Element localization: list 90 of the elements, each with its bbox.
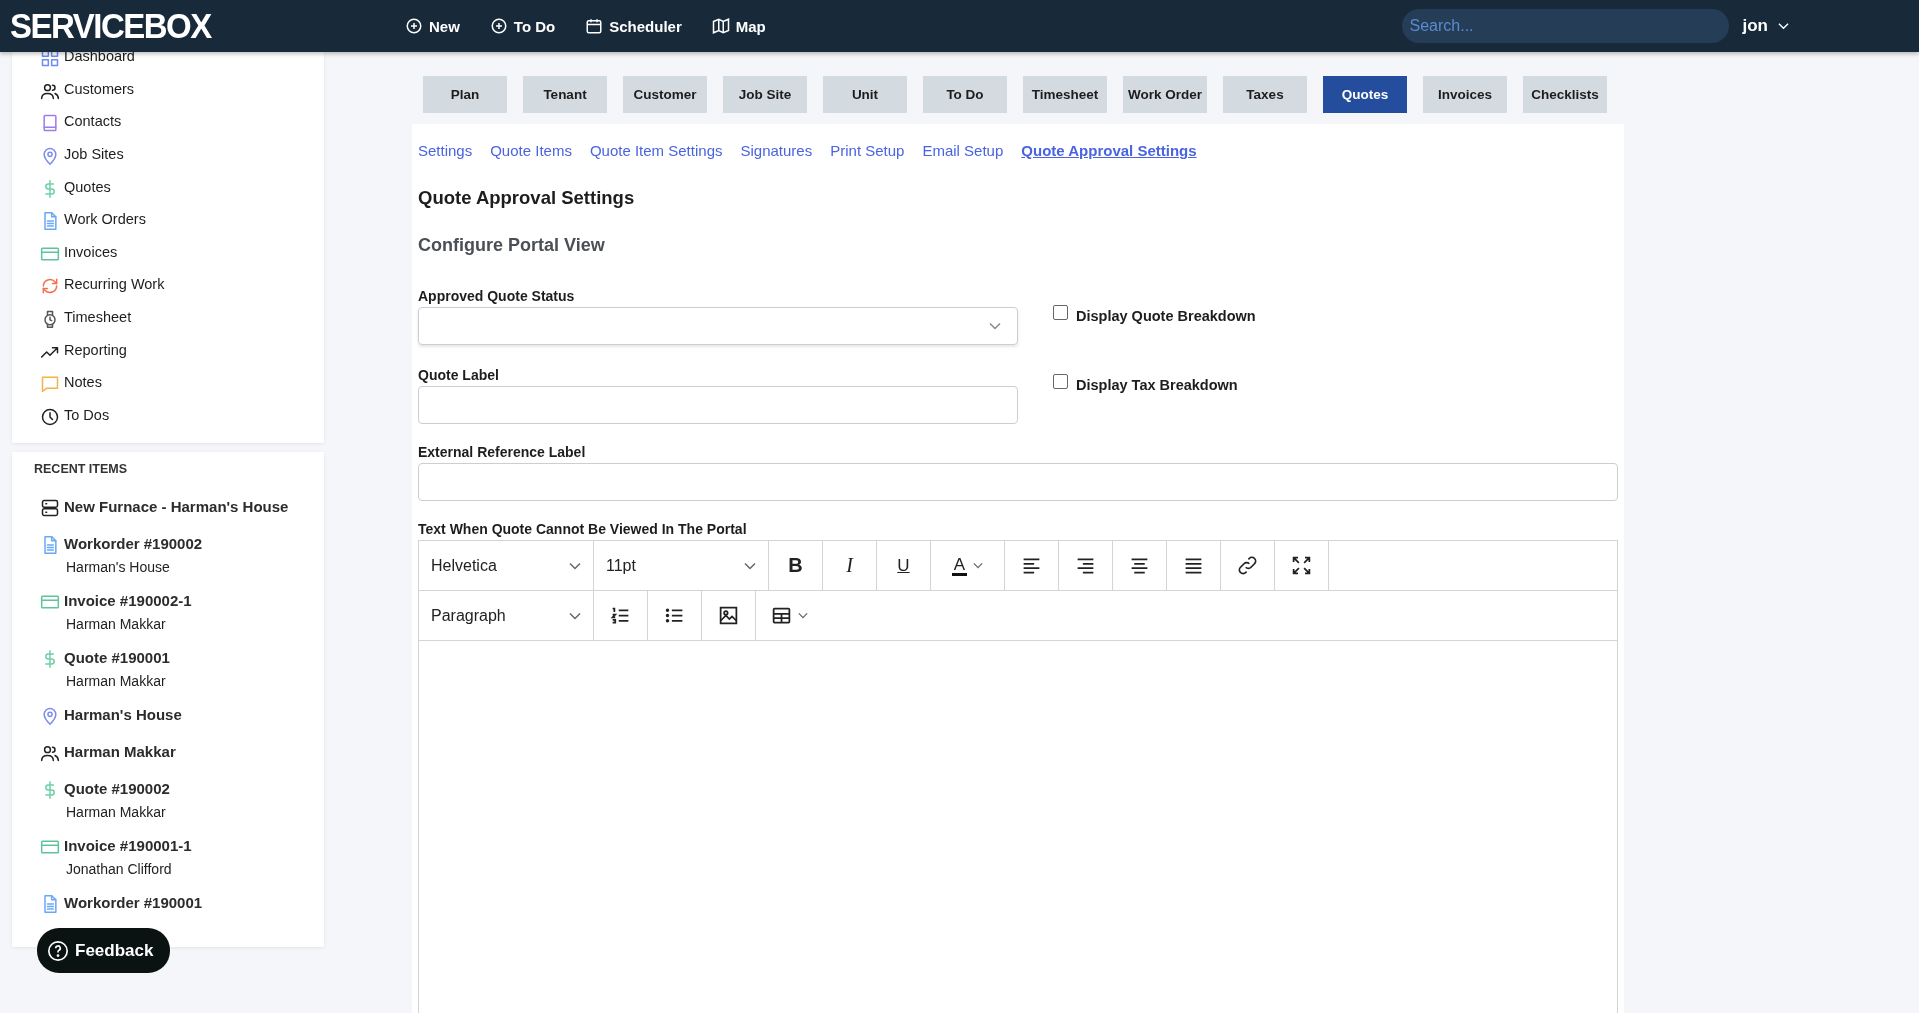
- chevron-down-icon: [973, 562, 984, 569]
- sidebar-item[interactable]: Contacts: [64, 113, 122, 130]
- field-label: Approved Quote Status: [418, 288, 576, 304]
- tab[interactable]: Customer: [623, 76, 707, 113]
- sidebar-item[interactable]: Invoices: [64, 243, 118, 260]
- people-icon: [40, 743, 60, 764]
- location-pin-icon: [40, 706, 60, 727]
- recent-item-link[interactable]: Invoice #190001-1: [64, 836, 192, 854]
- tab[interactable]: Timesheet: [1023, 76, 1107, 113]
- image-icon: [718, 605, 739, 626]
- clock-icon: [40, 406, 60, 427]
- checkbox-label: Display Tax Breakdown: [1076, 377, 1238, 393]
- checkbox-label: Display Quote Breakdown: [1076, 308, 1256, 324]
- sidebar-item[interactable]: To Dos: [64, 406, 110, 423]
- chevron-down-icon: [797, 612, 808, 619]
- page-title: Quote Approval Settings: [418, 187, 636, 209]
- sub-tab-link[interactable]: Quote Item Settings: [589, 142, 723, 159]
- plus-circle-icon: [489, 17, 508, 35]
- map-icon: [711, 17, 730, 35]
- nav-link[interactable]: To Do: [489, 17, 556, 35]
- sidebar-item[interactable]: Notes: [64, 374, 102, 391]
- checkbox[interactable]: [1053, 304, 1068, 320]
- logo: SERVICEBOX: [10, 6, 213, 46]
- sidebar-item[interactable]: Quotes: [64, 178, 111, 195]
- sub-tab-link[interactable]: Email Setup: [922, 142, 1004, 159]
- tab[interactable]: Job Site: [723, 76, 807, 113]
- tab[interactable]: Work Order: [1123, 76, 1207, 113]
- chevron-down-icon: [989, 322, 1001, 330]
- rich-text-editor[interactable]: Helvetica 11pt B I U A Paragraph: [418, 540, 1618, 1013]
- tab[interactable]: Invoices: [1423, 76, 1507, 113]
- recent-item-link[interactable]: Invoice #190002-1: [64, 591, 192, 609]
- chevron-down-icon: [569, 611, 581, 620]
- link-icon: [1237, 555, 1258, 576]
- sub-tab-link[interactable]: Signatures: [740, 142, 813, 159]
- server-icon: [40, 498, 60, 519]
- sidebar-item[interactable]: Reporting: [64, 341, 127, 358]
- tab[interactable]: Checklists: [1523, 76, 1607, 113]
- sidebar-item[interactable]: Timesheet: [64, 309, 132, 326]
- numbered-list-icon: [610, 605, 631, 626]
- book-icon: [40, 113, 60, 134]
- nav-link[interactable]: Map: [711, 17, 766, 35]
- section-title: RECENT ITEMS: [34, 462, 129, 477]
- chevron-down-icon: [1778, 22, 1789, 30]
- help-icon: [47, 939, 69, 962]
- tab[interactable]: Taxes: [1223, 76, 1307, 113]
- sidebar-item[interactable]: Recurring Work: [64, 276, 165, 293]
- calendar-icon: [585, 17, 604, 35]
- recent-item-subtitle: Harman Makkar: [66, 673, 167, 690]
- recent-item-link[interactable]: Quote #190001: [64, 648, 170, 666]
- sidebar-item[interactable]: Job Sites: [64, 146, 124, 163]
- recent-item-link[interactable]: Quote #190002: [64, 779, 170, 797]
- user-menu[interactable]: jon: [1742, 16, 1789, 36]
- location-pin-icon: [40, 146, 60, 167]
- input-field[interactable]: [418, 463, 1618, 501]
- field-label: Quote Label: [418, 367, 500, 383]
- recent-item-link[interactable]: New Furnace - Harman's House: [64, 497, 289, 515]
- table-icon: [770, 605, 792, 626]
- field-label: External Reference Label: [418, 444, 587, 460]
- nav-link[interactable]: New: [405, 17, 460, 35]
- recent-item-link[interactable]: Harman's House: [64, 705, 182, 723]
- tab[interactable]: To Do: [923, 76, 1007, 113]
- fullscreen-icon: [1291, 555, 1312, 576]
- sub-tab-link[interactable]: Quote Items: [490, 142, 572, 159]
- plus-circle-icon: [405, 17, 423, 35]
- recent-item-subtitle: Harman Makkar: [66, 804, 167, 821]
- sidebar-item[interactable]: Customers: [64, 80, 135, 97]
- section-title: Configure Portal View: [418, 235, 606, 256]
- sidebar-item[interactable]: Work Orders: [64, 211, 146, 228]
- tab[interactable]: Plan: [423, 76, 507, 113]
- search-field[interactable]: Search...: [1401, 9, 1729, 43]
- recent-item-subtitle: Jonathan Clifford: [66, 861, 173, 878]
- chevron-down-icon: [744, 561, 756, 570]
- chevron-down-icon: [569, 561, 581, 570]
- field-label: Text When Quote Cannot Be Viewed In The Portal: [418, 521, 748, 537]
- tab[interactable]: Unit: [823, 76, 907, 113]
- recent-item-link[interactable]: Workorder #190001: [64, 893, 203, 911]
- sub-tab-link[interactable]: Quote Approval Settings: [1021, 142, 1197, 159]
- recent-item-subtitle: Harman's House: [66, 559, 171, 576]
- recent-item-subtitle: Harman Makkar: [66, 616, 167, 633]
- sub-tab-link[interactable]: Print Setup: [830, 142, 905, 159]
- nav-link[interactable]: Scheduler: [585, 17, 682, 35]
- tab[interactable]: Tenant: [523, 76, 607, 113]
- feedback-button[interactable]: Feedback: [37, 928, 170, 973]
- sub-tab-link[interactable]: Settings: [418, 142, 473, 159]
- input-field[interactable]: [418, 386, 1018, 424]
- checkbox[interactable]: [1053, 373, 1068, 389]
- tab[interactable]: Quotes: [1323, 76, 1407, 113]
- recent-item-link[interactable]: Workorder #190002: [64, 534, 203, 552]
- chat-bubble-icon: [40, 374, 60, 395]
- recent-item-link[interactable]: Harman Makkar: [64, 742, 176, 760]
